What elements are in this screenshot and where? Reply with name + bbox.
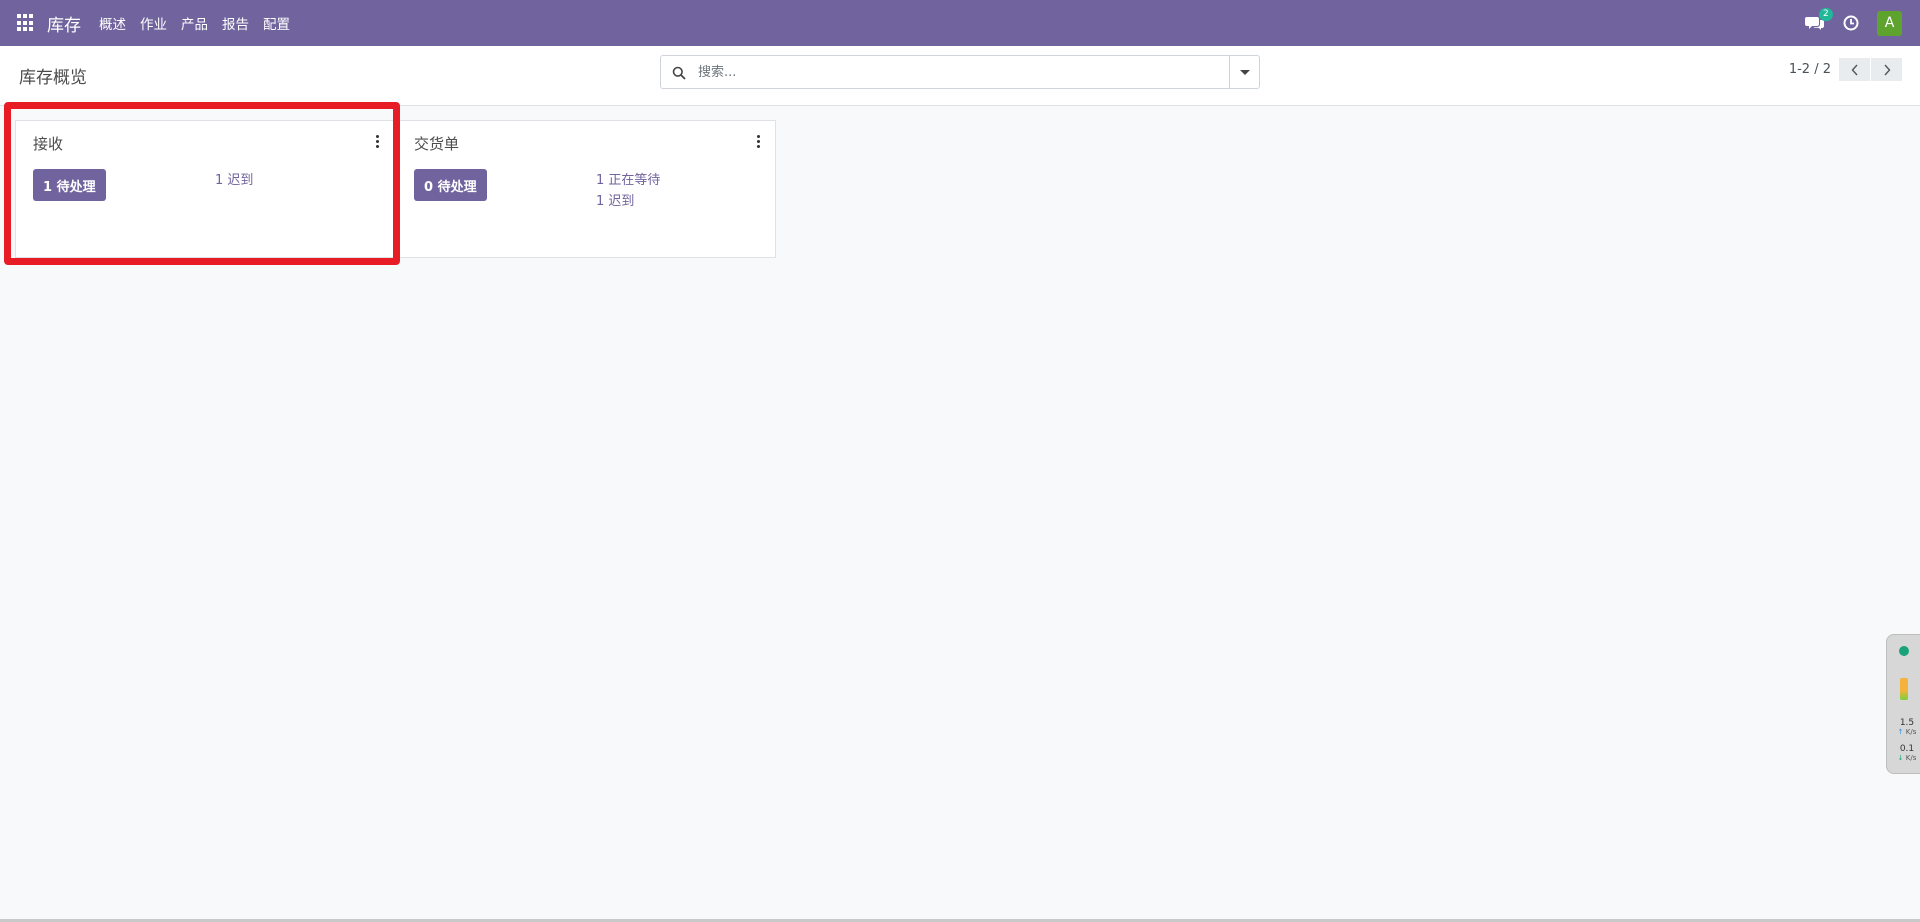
apps-menu-icon[interactable] bbox=[17, 14, 35, 32]
top-navbar: 库存 概述 作业 产品 报告 配置 2 A bbox=[0, 0, 1920, 46]
card-status-links: 1 正在等待 1 迟到 bbox=[596, 170, 660, 212]
card-dropdown-menu-icon[interactable] bbox=[374, 135, 380, 149]
kanban-card-receipts[interactable]: 接收 1 待处理 1 迟到 bbox=[15, 120, 395, 258]
card-title[interactable]: 接收 bbox=[33, 133, 63, 154]
download-value: 0.1 bbox=[1899, 744, 1915, 754]
search-input[interactable] bbox=[696, 57, 1229, 87]
caret-down-icon bbox=[1239, 69, 1250, 75]
arrow-down-icon: ↓ bbox=[1897, 754, 1904, 762]
page-title: 库存概览 bbox=[19, 68, 87, 88]
menu-item-overview[interactable]: 概述 bbox=[99, 9, 126, 37]
search-icon bbox=[672, 65, 686, 80]
card-dropdown-menu-icon[interactable] bbox=[755, 135, 761, 149]
upload-value: 1.5 bbox=[1899, 718, 1915, 728]
chevron-left-icon bbox=[1851, 64, 1858, 75]
download-unit: K/s bbox=[1905, 754, 1917, 762]
chevron-right-icon bbox=[1883, 64, 1890, 75]
download-speed: 0.1 ↓ K/s bbox=[1895, 745, 1919, 763]
upload-speed: 1.5 ↑ K/s bbox=[1895, 719, 1919, 737]
app-brand[interactable]: 库存 bbox=[47, 11, 81, 36]
card-status-links: 1 迟到 bbox=[215, 170, 253, 191]
late-link[interactable]: 1 迟到 bbox=[215, 170, 253, 191]
control-panel: 库存概览 1-2 / 2 bbox=[0, 46, 1920, 106]
chat-icon[interactable]: 2 bbox=[1805, 8, 1833, 31]
upload-unit: K/s bbox=[1905, 728, 1917, 736]
search-bar bbox=[660, 55, 1260, 89]
pager-next-button[interactable] bbox=[1871, 58, 1902, 81]
status-dot-icon bbox=[1899, 646, 1909, 656]
navbar-systray: 2 A bbox=[1805, 0, 1902, 46]
arrow-up-icon: ↑ bbox=[1897, 728, 1904, 736]
chat-count-badge: 2 bbox=[1819, 8, 1833, 21]
waiting-link[interactable]: 1 正在等待 bbox=[596, 170, 660, 191]
search-options-toggle[interactable] bbox=[1229, 56, 1259, 88]
menu-item-products[interactable]: 产品 bbox=[181, 9, 208, 37]
to-process-button[interactable]: 1 待处理 bbox=[33, 169, 106, 201]
menu-item-configuration[interactable]: 配置 bbox=[263, 9, 290, 37]
kanban-card-delivery-orders[interactable]: 交货单 0 待处理 1 正在等待 1 迟到 bbox=[396, 120, 776, 258]
late-link[interactable]: 1 迟到 bbox=[596, 191, 660, 212]
pager-value[interactable]: 1-2 / 2 bbox=[1789, 62, 1831, 77]
to-process-button[interactable]: 0 待处理 bbox=[414, 169, 487, 201]
user-avatar[interactable]: A bbox=[1877, 10, 1902, 36]
pager: 1-2 / 2 bbox=[1789, 58, 1902, 81]
memory-bar-icon bbox=[1900, 678, 1908, 700]
pager-previous-button[interactable] bbox=[1839, 58, 1870, 81]
menu-item-operations[interactable]: 作业 bbox=[140, 9, 167, 37]
menu-item-reporting[interactable]: 报告 bbox=[222, 9, 249, 37]
network-monitor-widget[interactable]: 1.5 ↑ K/s 0.1 ↓ K/s bbox=[1886, 634, 1920, 774]
activity-clock-icon[interactable] bbox=[1843, 15, 1859, 31]
card-title[interactable]: 交货单 bbox=[414, 133, 459, 154]
